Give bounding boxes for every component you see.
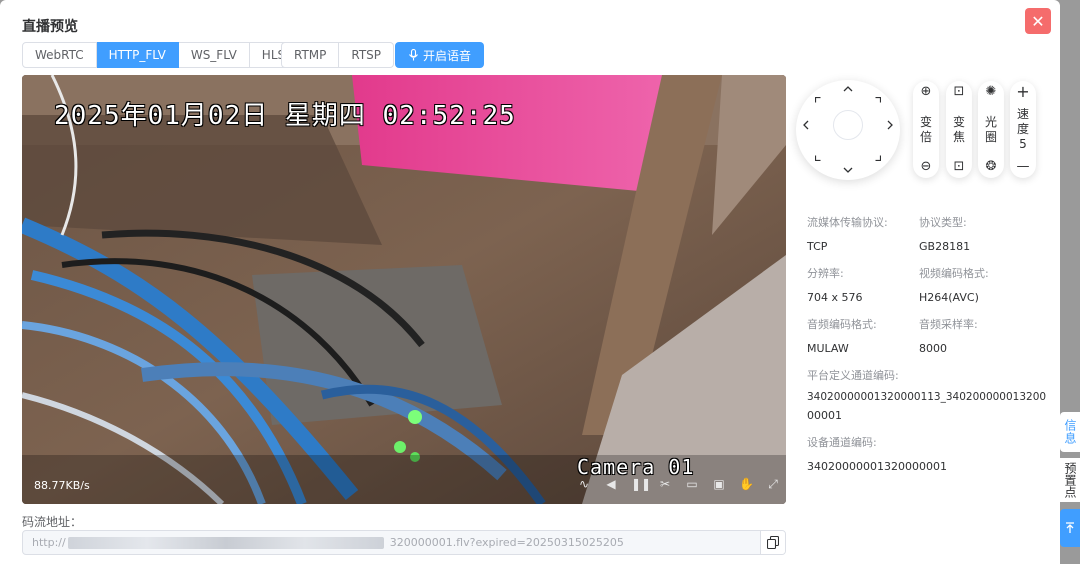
stream-url-prefix: http:// <box>32 536 66 549</box>
side-tab-presets[interactable]: 预置点 <box>1060 458 1080 502</box>
start-voice-label: 开启语音 <box>422 48 471 63</box>
protocol-label: 流媒体传输协议: <box>807 216 888 229</box>
ptz-up-left-button[interactable] <box>814 93 821 105</box>
player-type-ws-flv[interactable]: WS_FLV <box>178 42 250 68</box>
side-tab-info-label: 信息 <box>1063 419 1077 445</box>
live-preview-dialog: 直播预览 ✕ WebRTC HTTP_FLV WS_FLV HLS RTMP R… <box>0 0 1060 564</box>
back-to-top-button[interactable] <box>1060 509 1080 547</box>
iris-label-2: 圈 <box>984 129 997 144</box>
protocol-value: TCP <box>807 240 828 253</box>
copy-button[interactable] <box>760 531 785 554</box>
resolution-label: 分辨率: <box>807 267 844 280</box>
ptz-up-button[interactable] <box>843 83 853 95</box>
osd-camera-name: Camera 01 <box>577 455 695 479</box>
player-control-bar: ∿ ◀ ❚❚ ✂ ▭ ▣ ✋ ⤢ <box>577 477 780 492</box>
ptz-down-button[interactable] <box>843 164 853 176</box>
pause-icon[interactable]: ❚❚ <box>631 477 651 492</box>
focus-label-2: 焦 <box>952 129 965 144</box>
ptz-down-left-button[interactable] <box>814 151 821 163</box>
player-type-group: WebRTC HTTP_FLV WS_FLV HLS <box>22 42 299 68</box>
zoom-label-2: 倍 <box>919 129 932 144</box>
zoom-label-1: 变 <box>919 114 932 129</box>
arrow-up-to-top-icon <box>1066 522 1074 533</box>
chevron-left-icon <box>803 120 809 130</box>
audio-codec-value: MULAW <box>807 342 849 355</box>
focus-far-icon[interactable]: ⊡ <box>954 160 965 174</box>
audio-codec-label: 音频编码格式: <box>807 318 877 331</box>
ptz-center-button[interactable] <box>833 110 863 140</box>
focus-near-icon[interactable]: ⊡ <box>954 85 965 99</box>
ai-icon[interactable]: ✋ <box>739 477 754 492</box>
close-button[interactable]: ✕ <box>1025 8 1051 34</box>
side-tab-presets-label: 预置点 <box>1063 462 1077 498</box>
zoom-in-icon[interactable]: ⊕ <box>921 85 932 99</box>
corner-down-left-icon <box>814 155 821 162</box>
start-voice-button[interactable]: 开启语音 <box>395 42 484 68</box>
platform-channel-value-line2: 00001 <box>807 409 842 422</box>
speed-label-2: 度 <box>1016 122 1029 136</box>
focus-control: ⊡ 变 焦 ⊡ <box>946 81 972 178</box>
player-type-http-flv[interactable]: HTTP_FLV <box>96 42 179 68</box>
push-type-rtsp[interactable]: RTSP <box>339 42 395 68</box>
side-tab-info[interactable]: 信息 <box>1060 412 1080 452</box>
iris-close-icon[interactable]: ❂ <box>986 160 997 174</box>
sample-rate-value: 8000 <box>919 342 947 355</box>
speed-value: 5 <box>1019 137 1027 151</box>
video-player[interactable]: 2025年01月02日 星期四 02:52:25 Camera 01 88.77… <box>22 75 786 504</box>
iris-label-1: 光 <box>984 114 997 129</box>
corner-up-left-icon <box>814 96 821 103</box>
platform-channel-label: 平台定义通道编码: <box>807 369 899 382</box>
microphone-icon <box>409 49 418 61</box>
speed-label-1: 速 <box>1016 107 1029 121</box>
sample-rate-label: 音频采样率: <box>919 318 978 331</box>
resolution-value: 704 x 576 <box>807 291 863 304</box>
device-channel-value: 34020000001320000001 <box>807 460 947 473</box>
chevron-down-icon <box>843 167 853 173</box>
push-type-rtmp[interactable]: RTMP <box>281 42 340 68</box>
dialog-title: 直播预览 <box>22 19 78 35</box>
corner-up-right-icon <box>875 96 882 103</box>
player-type-webrtc[interactable]: WebRTC <box>22 42 97 68</box>
osd-datetime: 2025年01月02日 星期四 02:52:25 <box>54 101 516 131</box>
ptz-direction-pad <box>796 80 900 180</box>
volume-icon[interactable]: ◀ <box>604 477 618 492</box>
chevron-up-icon <box>843 86 853 92</box>
protocol-type-value: GB28181 <box>919 240 971 253</box>
zoom-out-icon[interactable]: ⊖ <box>921 160 932 174</box>
stream-url-label: 码流地址： <box>22 515 83 529</box>
video-codec-value: H264(AVC) <box>919 291 979 304</box>
stream-url-field[interactable]: http:// 320000001.flv?expired=2025031502… <box>22 530 786 555</box>
scissors-icon[interactable]: ✂ <box>658 477 672 492</box>
record-icon[interactable]: ▣ <box>712 477 726 492</box>
expand-icon[interactable]: ⤢ <box>766 477 780 492</box>
platform-channel-value-line1: 34020000001320000113_340200000013200 <box>807 391 1047 403</box>
video-codec-label: 视频编码格式: <box>919 267 989 280</box>
close-icon: ✕ <box>1031 11 1045 31</box>
chevron-right-icon <box>887 120 893 130</box>
fullscreen-corners-icon[interactable]: ▭ <box>685 477 699 492</box>
ptz-up-right-button[interactable] <box>875 93 882 105</box>
focus-label-1: 变 <box>952 114 965 129</box>
zoom-control: ⊕ 变 倍 ⊖ <box>913 81 939 178</box>
stream-url-suffix: 320000001.flv?expired=20250315025205 <box>389 536 624 549</box>
speed-control: + 速 度 5 — <box>1010 81 1036 178</box>
device-channel-label: 设备通道编码: <box>807 436 877 449</box>
iris-open-icon[interactable]: ✺ <box>986 85 997 99</box>
copy-icon <box>767 536 779 549</box>
bitrate-readout: 88.77KB/s <box>34 479 90 492</box>
push-type-group: RTMP RTSP <box>281 42 395 68</box>
stream-url-redacted <box>67 536 384 549</box>
speed-minus-icon[interactable]: — <box>1017 160 1030 174</box>
iris-control: ✺ 光 圈 ❂ <box>978 81 1004 178</box>
speed-plus-icon[interactable]: + <box>1016 84 1029 100</box>
protocol-type-label: 协议类型: <box>919 216 967 229</box>
corner-down-right-icon <box>875 155 882 162</box>
video-frame <box>22 75 786 504</box>
ptz-down-right-button[interactable] <box>875 151 882 163</box>
waveform-icon[interactable]: ∿ <box>577 477 591 492</box>
ptz-right-button[interactable] <box>886 120 894 132</box>
ptz-left-button[interactable] <box>802 120 810 132</box>
